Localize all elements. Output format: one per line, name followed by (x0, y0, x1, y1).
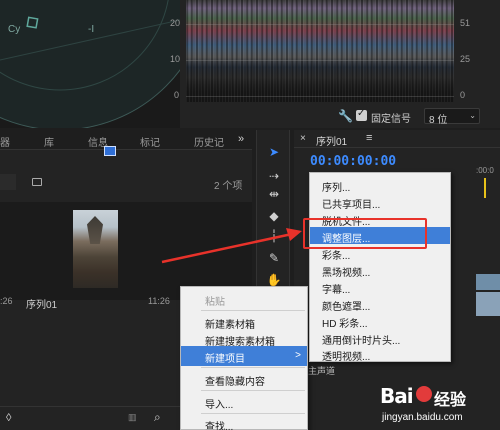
waveform-tick-left: 0 (174, 90, 180, 100)
menu-item-import[interactable]: 导入... (181, 392, 307, 412)
ripple-edit-tool-icon[interactable]: ⇹ (266, 186, 282, 202)
master-track-label: 主声道 (308, 366, 336, 376)
waveform-tick-right: 0 (460, 90, 466, 100)
list-view-icon[interactable]: ▥ (128, 412, 137, 423)
tab-libraries[interactable]: 库 (44, 134, 54, 149)
timeline-ruler-label: :00:0 (476, 166, 494, 175)
waveform-display (186, 0, 454, 102)
timeline-tab-bar: × 序列01 ≡ (294, 130, 500, 148)
menu-separator (201, 367, 305, 368)
more-tabs-icon[interactable]: » (238, 133, 244, 145)
item-count: 2 个项 (214, 181, 243, 192)
project-search-input[interactable] (0, 174, 16, 190)
timeline-clip[interactable] (476, 274, 500, 290)
sequence-item-name[interactable]: 序列01 (26, 296, 57, 311)
clamp-signal-label: 固定信号 (371, 114, 411, 125)
watermark-url: jingyan.baidu.com (382, 412, 463, 423)
sequence-thumbnail[interactable] (73, 210, 118, 288)
submenu-arrow-icon: > (295, 350, 301, 361)
bit-depth-select[interactable]: 8 位 ⌄ (424, 108, 480, 126)
menu-item-find[interactable]: 查找... (181, 414, 307, 430)
submenu-item-countdown-leader[interactable]: 通用倒计时片头... (310, 329, 450, 347)
vectorscope-panel: Cy -I (0, 0, 180, 128)
context-menu: 粘贴 新建素材箱 新建搜索素材箱 新建项目 > 查看隐藏内容 导入... 查找.… (180, 286, 308, 430)
timeline-sequence-tab[interactable]: 序列01 (316, 133, 347, 148)
sequence-duration: 11:26 (148, 296, 170, 306)
waveform-gridline (186, 96, 454, 97)
annotation-highlight-box (303, 218, 427, 249)
select-tool-icon[interactable]: ➤ (266, 144, 282, 160)
baidu-paw-icon (416, 386, 432, 402)
menu-item-new-item-label: 新建项目 (205, 354, 245, 365)
lock-diamond-icon[interactable]: ◊ (6, 412, 11, 424)
vectorscope-graticule (0, 0, 180, 128)
track-select-tool-icon[interactable]: ⇢ (266, 168, 282, 184)
menu-item-paste[interactable]: 粘贴 (181, 289, 307, 309)
vectorscope-label-i: -I (88, 24, 95, 35)
submenu-item-black-video[interactable]: 黑场视频... (310, 261, 450, 279)
submenu-item-shared-project[interactable]: 已共享项目... (310, 193, 450, 211)
tab-markers[interactable]: 标记 (140, 134, 160, 149)
vectorscope-label-cy: Cy (8, 24, 21, 35)
scope-settings-bar: 🔧 固定信号 8 位 ⌄ (180, 104, 500, 128)
waveform-tick-left: 10 (170, 54, 181, 64)
sequence-icon (104, 146, 116, 156)
waveform-tick-left: 20 (170, 18, 181, 28)
menu-separator (201, 310, 305, 311)
new-item-submenu: 序列... 已共享项目... 脱机文件... 调整图层... 彩条... 黑场视… (309, 172, 451, 363)
waveform-tick-right: 25 (460, 54, 471, 64)
panel-menu-icon[interactable]: ≡ (366, 132, 372, 144)
waveform-panel: 20 10 0 51 25 0 (170, 0, 500, 104)
clamp-signal-checkbox[interactable] (356, 108, 367, 121)
waveform-gridline (186, 60, 454, 61)
menu-separator (201, 390, 305, 391)
waveform-gridline (186, 24, 454, 25)
watermark-brand: 经验 (434, 392, 467, 409)
watermark-logo: Bai (380, 384, 414, 408)
submenu-item-transparent-video[interactable]: 透明视频... (310, 345, 450, 363)
folder-icon[interactable] (32, 178, 42, 186)
project-panel-tabs: 器 库 信息 标记 历史记 » (0, 130, 252, 150)
annotation-arrow-icon (161, 228, 302, 264)
timeline-timecode[interactable]: 00:00:00:00 (310, 154, 396, 169)
menu-item-view-hidden[interactable]: 查看隐藏内容 (181, 369, 307, 389)
search-icon[interactable]: ⌕ (154, 410, 161, 425)
submenu-item-sequence[interactable]: 序列... (310, 176, 450, 194)
tab-media-browser[interactable]: 器 (0, 134, 10, 149)
baidu-jingyan-watermark: Bai 经验 jingyan.baidu.com (376, 384, 500, 430)
playhead[interactable] (484, 178, 486, 198)
chevron-down-icon: ⌄ (469, 111, 476, 120)
timeline-clip[interactable] (476, 292, 500, 316)
project-search-row: 2 个项 (0, 174, 252, 194)
close-icon[interactable]: × (300, 133, 306, 144)
menu-item-new-item[interactable]: 新建项目 > (181, 346, 307, 366)
submenu-item-hd-bars[interactable]: HD 彩条... (310, 312, 450, 330)
tab-history[interactable]: 历史记 (194, 134, 224, 149)
clip-duration: :26 (0, 296, 13, 306)
bit-depth-value: 8 位 (429, 115, 448, 126)
wrench-icon[interactable]: 🔧 (338, 110, 353, 122)
submenu-item-color-matte[interactable]: 颜色遮罩... (310, 295, 450, 313)
waveform-tick-right: 51 (460, 18, 471, 28)
submenu-item-title[interactable]: 字幕... (310, 278, 450, 296)
razor-tool-icon[interactable]: ◆ (266, 208, 282, 224)
